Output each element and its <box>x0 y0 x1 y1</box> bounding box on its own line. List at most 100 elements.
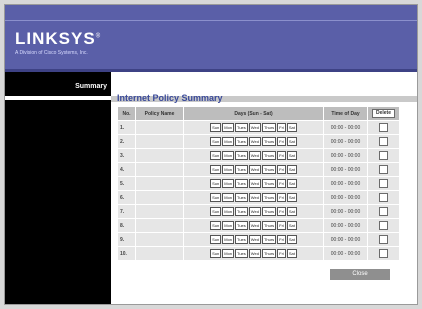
day-button[interactable]: Sat <box>286 221 297 230</box>
day-button[interactable]: Sun <box>210 151 222 160</box>
time-of-day-cell: 00:00 - 00:00 <box>323 232 368 247</box>
row-number: 2. <box>117 134 136 149</box>
day-button[interactable]: Thurs <box>261 179 277 188</box>
policy-name-cell <box>135 120 184 135</box>
day-button[interactable]: Sat <box>286 249 297 258</box>
day-button[interactable]: Thurs <box>261 165 277 174</box>
delete-checkbox[interactable] <box>379 235 388 244</box>
day-button[interactable]: Thurs <box>261 123 277 132</box>
day-button[interactable]: Thurs <box>261 207 277 216</box>
day-button[interactable]: Sat <box>286 151 297 160</box>
day-button[interactable]: Fri <box>277 123 286 132</box>
day-button[interactable]: Fri <box>277 151 286 160</box>
table-row: 10. Sun Mon Tues Wed Thurs Fri Sat 00:00 - 00:00 <box>117 246 400 261</box>
day-button[interactable]: Mon <box>222 235 235 244</box>
delete-checkbox[interactable] <box>379 137 388 146</box>
header-no: No. <box>117 106 136 121</box>
day-button[interactable]: Thurs <box>261 235 277 244</box>
day-button[interactable]: Sat <box>286 207 297 216</box>
time-of-day-cell: 00:00 - 00:00 <box>323 120 368 135</box>
day-button[interactable]: Tues <box>235 249 248 258</box>
day-button[interactable]: Tues <box>235 179 248 188</box>
day-button[interactable]: Sun <box>210 165 222 174</box>
day-button[interactable]: Sun <box>210 221 222 230</box>
table-row: 6. Sun Mon Tues Wed Thurs Fri Sat 00:00 - 00:00 <box>117 190 400 205</box>
day-button[interactable]: Mon <box>222 249 235 258</box>
day-button[interactable]: Mon <box>222 151 235 160</box>
day-button[interactable]: Wed <box>248 165 261 174</box>
day-button[interactable]: Sun <box>210 137 222 146</box>
day-button[interactable]: Wed <box>248 151 261 160</box>
day-button[interactable]: Sun <box>210 179 222 188</box>
day-buttons: Sun Mon Tues Wed Thurs Fri Sat <box>184 207 323 216</box>
day-button[interactable]: Sun <box>210 123 222 132</box>
day-button[interactable]: Fri <box>277 249 286 258</box>
day-button[interactable]: Mon <box>222 193 235 202</box>
day-button[interactable]: Sun <box>210 207 222 216</box>
day-button[interactable]: Thurs <box>261 137 277 146</box>
day-button[interactable]: Sun <box>210 193 222 202</box>
day-button[interactable]: Mon <box>222 207 235 216</box>
row-number: 10. <box>117 246 136 261</box>
day-button[interactable]: Sun <box>210 235 222 244</box>
day-button[interactable]: Fri <box>277 137 286 146</box>
delete-checkbox[interactable] <box>379 249 388 258</box>
delete-checkbox[interactable] <box>379 207 388 216</box>
day-button[interactable]: Sat <box>286 235 297 244</box>
delete-checkbox[interactable] <box>379 151 388 160</box>
delete-checkbox[interactable] <box>379 179 388 188</box>
day-button[interactable]: Wed <box>248 123 261 132</box>
day-button[interactable]: Tues <box>235 207 248 216</box>
day-button[interactable]: Sat <box>286 137 297 146</box>
day-button[interactable]: Mon <box>222 179 235 188</box>
time-of-day-cell: 00:00 - 00:00 <box>323 134 368 149</box>
day-button[interactable]: Sat <box>286 165 297 174</box>
day-button[interactable]: Wed <box>248 179 261 188</box>
close-button[interactable]: Close <box>330 269 390 280</box>
day-button[interactable]: Sat <box>286 123 297 132</box>
delete-checkbox[interactable] <box>379 165 388 174</box>
day-button[interactable]: Sat <box>286 179 297 188</box>
delete-checkbox[interactable] <box>379 123 388 132</box>
day-button[interactable]: Tues <box>235 193 248 202</box>
day-button[interactable]: Tues <box>235 165 248 174</box>
day-button[interactable]: Wed <box>248 137 261 146</box>
time-of-day-cell: 00:00 - 00:00 <box>323 148 368 163</box>
day-button[interactable]: Thurs <box>261 193 277 202</box>
day-button[interactable]: Fri <box>277 165 286 174</box>
day-button[interactable]: Sun <box>210 249 222 258</box>
day-button[interactable]: Wed <box>248 193 261 202</box>
delete-checkbox[interactable] <box>379 193 388 202</box>
day-button[interactable]: Mon <box>222 165 235 174</box>
day-button[interactable]: Wed <box>248 235 261 244</box>
day-button[interactable]: Mon <box>222 123 235 132</box>
day-button[interactable]: Fri <box>277 221 286 230</box>
table-body: 1. Sun Mon Tues Wed Thurs Fri Sat 00:00 - 00:00 2… <box>117 120 400 261</box>
days-cell: Sun Mon Tues Wed Thurs Fri Sat <box>183 204 324 219</box>
day-button[interactable]: Fri <box>277 193 286 202</box>
day-button[interactable]: Tues <box>235 235 248 244</box>
day-button[interactable]: Wed <box>248 221 261 230</box>
day-button[interactable]: Mon <box>222 221 235 230</box>
day-button[interactable]: Fri <box>277 207 286 216</box>
delete-checkbox[interactable] <box>379 221 388 230</box>
day-button[interactable]: Wed <box>248 249 261 258</box>
day-button[interactable]: Wed <box>248 207 261 216</box>
day-button[interactable]: Mon <box>222 137 235 146</box>
policy-summary-table: No. Policy Name Days (Sun - Sat) Time of… <box>117 106 400 261</box>
day-button[interactable]: Tues <box>235 123 248 132</box>
tab-summary[interactable]: Summary <box>75 83 107 90</box>
day-button[interactable]: Fri <box>277 179 286 188</box>
time-of-day-cell: 00:00 - 00:00 <box>323 246 368 261</box>
day-button[interactable]: Tues <box>235 221 248 230</box>
delete-button[interactable]: Delete <box>371 109 395 118</box>
table-row: 7. Sun Mon Tues Wed Thurs Fri Sat 00:00 - 00:00 <box>117 204 400 219</box>
day-button[interactable]: Sat <box>286 193 297 202</box>
day-button[interactable]: Thurs <box>261 221 277 230</box>
day-button[interactable]: Thurs <box>261 249 277 258</box>
day-button[interactable]: Tues <box>235 137 248 146</box>
delete-cell <box>367 232 400 247</box>
day-button[interactable]: Tues <box>235 151 248 160</box>
day-button[interactable]: Fri <box>277 235 286 244</box>
day-button[interactable]: Thurs <box>261 151 277 160</box>
